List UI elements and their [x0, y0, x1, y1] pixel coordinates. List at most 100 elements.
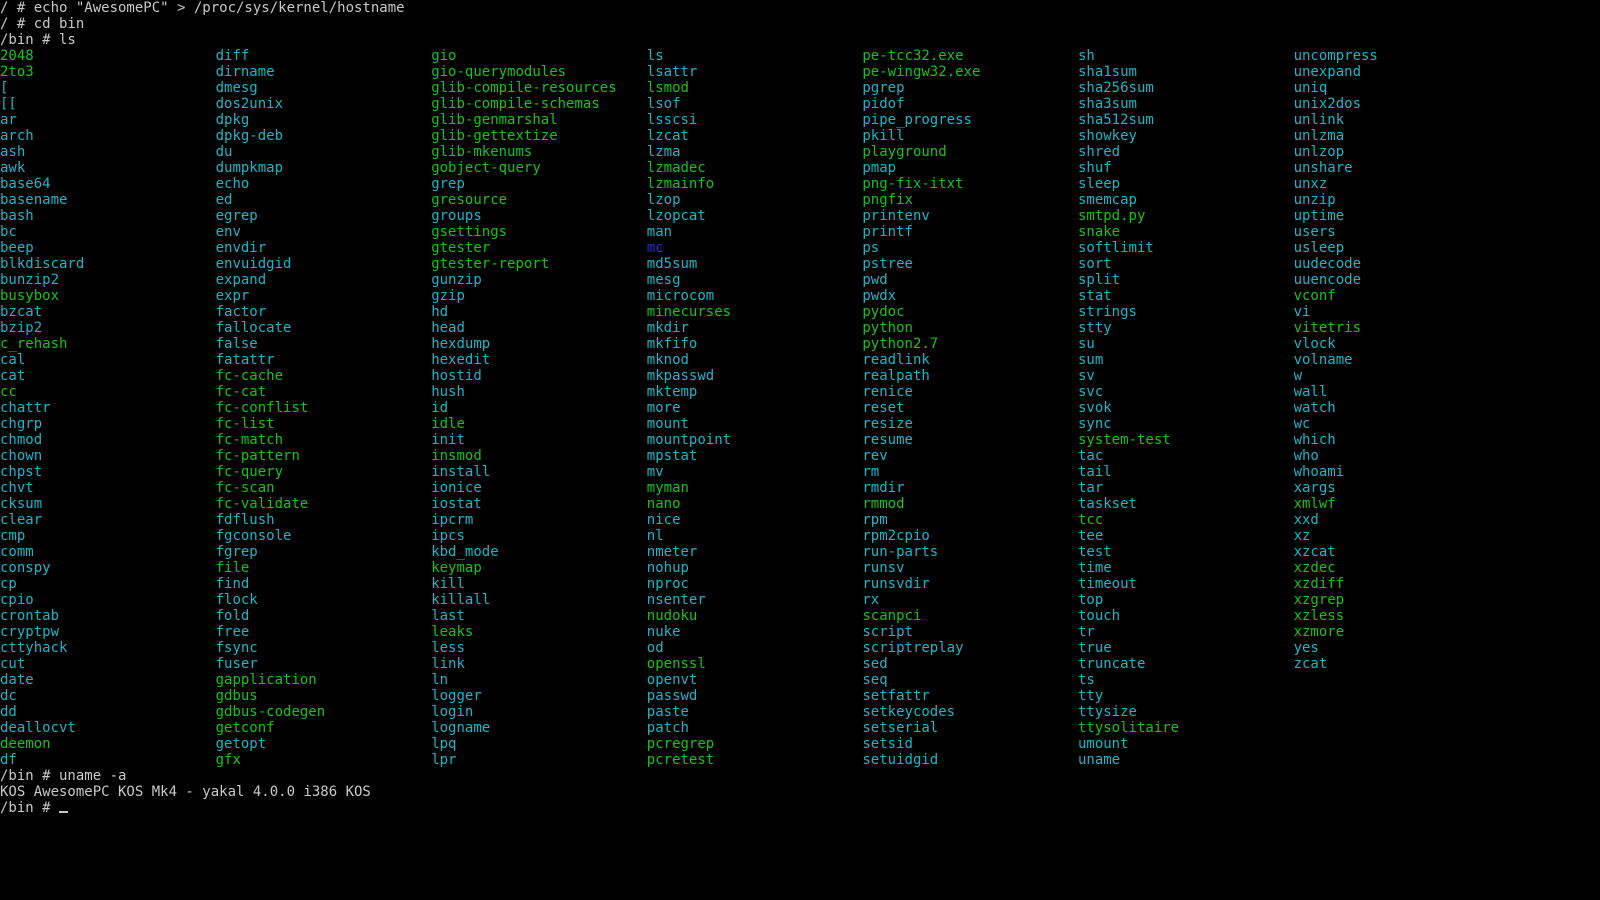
file-entry: tty: [1077, 688, 1104, 704]
file-entry: egrep: [215, 208, 258, 224]
file-entry: deallocvt: [0, 720, 76, 736]
file-entry: kill: [431, 576, 465, 592]
file-entry: glib-gettextize: [431, 128, 558, 144]
file-entry: comm: [0, 544, 34, 560]
file-entry: awk: [0, 160, 26, 176]
file-entry: lpr: [431, 752, 457, 768]
file-entry: hexedit: [431, 352, 491, 368]
file-entry: fc-query: [215, 464, 284, 480]
file-entry: mount: [646, 416, 689, 432]
file-entry: shred: [1077, 144, 1121, 160]
file-entry: fsync: [215, 640, 258, 656]
file-entry: sleep: [1077, 176, 1121, 192]
file-entry: ipcrm: [431, 512, 474, 528]
file-entry: unshare: [1293, 160, 1353, 176]
file-entry: playground: [862, 144, 947, 160]
file-entry: gobject-query: [431, 160, 541, 176]
file-entry: killall: [431, 592, 491, 608]
file-entry: false: [215, 336, 258, 352]
file-entry: envuidgid: [215, 256, 292, 272]
file-entry: rmmod: [862, 496, 905, 512]
file-entry: gtester-report: [431, 256, 550, 272]
file-entry: mesg: [646, 272, 681, 288]
file-entry: rpm2cpio: [862, 528, 930, 544]
terminal-window[interactable]: / # echo "AwesomePC" > /proc/sys/kernel/…: [0, 0, 1600, 900]
file-entry: pydoc: [862, 304, 905, 320]
file-entry: ash: [0, 144, 26, 160]
file-entry: uncompress: [1293, 48, 1378, 64]
file-entry: clear: [0, 512, 43, 528]
file-entry: pipe_progress: [862, 112, 972, 128]
file-entry: showkey: [1077, 128, 1137, 144]
file-entry: cryptpw: [0, 624, 60, 640]
file-entry: reset: [862, 400, 905, 416]
file-entry: gapplication: [215, 672, 317, 688]
file-entry: uuencode: [1293, 272, 1361, 288]
file-entry: nproc: [646, 576, 689, 592]
file-entry: bzip2: [0, 320, 43, 336]
file-entry: logger: [431, 688, 482, 704]
file-entry: paste: [646, 704, 689, 720]
file-entry: snake: [1077, 224, 1121, 240]
terminal-line: KOS AwesomePC KOS Mk4 - yakal 4.0.0 i386…: [0, 784, 371, 800]
file-entry: shuf: [1077, 160, 1112, 176]
file-entry: cmp: [0, 528, 26, 544]
file-entry: beep: [0, 240, 34, 256]
file-entry: gio-querymodules: [431, 64, 567, 80]
file-entry: expr: [215, 288, 250, 304]
file-entry: vconf: [1293, 288, 1336, 304]
file-entry: zcat: [1293, 656, 1328, 672]
file-entry: sed: [862, 656, 888, 672]
file-entry: runsv: [862, 560, 905, 576]
file-entry: lsscsi: [646, 112, 698, 128]
ls-output-listing: 2048 2to3[[[ar arch ash awk base64 basename bas…: [0, 48, 1600, 768]
file-entry: xzdiff: [1293, 576, 1345, 592]
file-entry: dmesg: [215, 80, 258, 96]
file-entry: uptime: [1293, 208, 1345, 224]
file-entry: smemcap: [1077, 192, 1137, 208]
file-entry: openssl: [646, 656, 706, 672]
file-entry: 2048: [0, 48, 34, 64]
file-entry: nsenter: [646, 592, 706, 608]
command-prompt-line[interactable]: /bin #: [0, 800, 1600, 816]
file-entry: getconf: [215, 720, 275, 736]
file-entry: pwdx: [862, 288, 897, 304]
file-entry: run-parts: [862, 544, 939, 560]
file-entry: bunzip2: [0, 272, 60, 288]
file-entry: hexdump: [431, 336, 491, 352]
file-entry: chpst: [0, 464, 43, 480]
file-entry: cpio: [0, 592, 34, 608]
file-entry: mktemp: [646, 384, 698, 400]
file-entry: last: [431, 608, 465, 624]
file-entry: chgrp: [0, 416, 43, 432]
file-entry: dos2unix: [215, 96, 284, 112]
file-entry: xzmore: [1293, 624, 1345, 640]
file-entry: dumpkmap: [215, 160, 284, 176]
file-entry: openvt: [646, 672, 698, 688]
file-entry: unzip: [1293, 192, 1336, 208]
file-entry: env: [215, 224, 241, 240]
file-entry: lzma: [646, 144, 681, 160]
file-entry: sha256sum: [1077, 80, 1154, 96]
file-entry: [: [0, 80, 9, 96]
file-entry: mc: [646, 240, 664, 256]
file-entry: dpkg-deb: [215, 128, 284, 144]
file-entry: umount: [1077, 736, 1129, 752]
file-entry: pstree: [862, 256, 913, 272]
file-entry: whoami: [1293, 464, 1345, 480]
file-entry: dc: [0, 688, 17, 704]
file-entry: sha512sum: [1077, 112, 1154, 128]
file-entry: pcregrep: [646, 736, 715, 752]
file-entry: leaks: [431, 624, 474, 640]
file-entry: setuidgid: [862, 752, 939, 768]
file-entry: conspy: [0, 560, 51, 576]
file-entry: lzopcat: [646, 208, 706, 224]
file-entry: md5sum: [646, 256, 698, 272]
file-entry: yes: [1293, 640, 1319, 656]
file-entry: pmap: [862, 160, 897, 176]
file-entry: logname: [431, 720, 491, 736]
file-entry: sum: [1077, 352, 1104, 368]
file-entry: cp: [0, 576, 17, 592]
file-entry: ipcs: [431, 528, 465, 544]
file-entry: glib-genmarshal: [431, 112, 558, 128]
